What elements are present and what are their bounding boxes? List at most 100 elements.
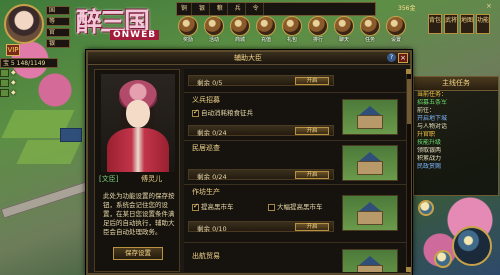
task-start-button[interactable]: 开启	[295, 171, 329, 179]
help-icon[interactable]: ?	[387, 53, 396, 62]
stat-row: 国	[46, 6, 70, 15]
portrait-robe	[107, 128, 169, 172]
scroll-up-arrow-icon[interactable]	[406, 69, 411, 74]
farm-field	[16, 140, 82, 164]
menu-map-button[interactable]: 地图	[460, 14, 474, 34]
scroll-thumb[interactable]	[407, 79, 411, 124]
checkbox[interactable]	[192, 202, 199, 211]
recharge-icon[interactable]	[256, 16, 276, 36]
task-building-image	[342, 249, 398, 272]
dialog-titlebar: 辅助大臣 ? ×	[88, 52, 410, 65]
quest-line[interactable]: 领取银两	[414, 147, 498, 155]
settings-icon[interactable]	[386, 16, 406, 36]
menu-function-button[interactable]: 功能	[476, 14, 490, 34]
left-status-panel: 宝 5 148/1149 ◆ ◆ ◆	[0, 58, 80, 98]
stat-row: 官	[46, 28, 70, 37]
quest-line[interactable]: 技能升级	[414, 139, 498, 147]
task-remaining: 剩余 0/24	[197, 173, 227, 181]
shop-icon[interactable]	[230, 16, 250, 36]
task-row: 作坊生产 提高黑市车 大幅提高黑市车 剩余 0/10 开启	[184, 185, 406, 243]
level-line: 宝 5 148/1149	[0, 58, 58, 68]
advisor-description: 此处为功能设置的保存按钮，系统会记住您的设置，在某日您设置条件满足后的自动执行，…	[103, 192, 175, 236]
player-stats: 国 等 官 银	[46, 6, 70, 50]
resource-item: 兵	[231, 3, 246, 15]
rank-icon[interactable]	[308, 16, 328, 36]
task-remaining: 剩余 0/5	[197, 79, 223, 87]
world-map-button[interactable]	[452, 226, 492, 266]
status-chip[interactable]	[0, 68, 9, 77]
close-icon[interactable]: ×	[486, 2, 492, 10]
chat-icon[interactable]	[334, 16, 354, 36]
task-building-image	[342, 99, 398, 135]
task-name: 义兵招募	[192, 96, 220, 104]
menu-general-button[interactable]: 武将	[444, 14, 458, 34]
gift-icon[interactable]	[282, 16, 302, 36]
task-option[interactable]: 大幅提高黑市车	[268, 201, 323, 211]
quest-tracker-panel: 主线任务 当前任务： 招募五条军 前往： 开启地下城 与人物对话 升官职 技能升级 领取银两积…	[413, 76, 499, 196]
task-remaining: 剩余 0/24	[197, 129, 227, 137]
task-row: 民居巡查 剩余 0/24 开启	[184, 141, 406, 185]
quest-tracker-header[interactable]: 主线任务	[414, 77, 498, 91]
task-start-button[interactable]: 开启	[295, 127, 329, 135]
menu-bag-button[interactable]: 背包	[428, 14, 442, 34]
top-icon-label: 排行	[312, 37, 323, 43]
quest-line[interactable]: 积累战力	[414, 155, 498, 163]
checkbox[interactable]	[192, 108, 199, 117]
building-body	[357, 161, 383, 175]
task-name: 作坊生产	[192, 188, 220, 196]
task-building-image	[342, 195, 398, 231]
task-list-scrollbar[interactable]	[406, 69, 411, 272]
status-chip[interactable]	[0, 78, 9, 87]
task-remaining: 剩余 0/10	[197, 225, 227, 233]
resource-item: 令	[249, 3, 264, 15]
quest-line[interactable]: 与人物对话	[414, 123, 498, 131]
status-line: ◆	[0, 68, 80, 78]
city-wall	[0, 181, 90, 219]
task-row: 义兵招募 自动消耗粮食征兵 剩余 0/24 开启	[184, 93, 406, 141]
top-icon-bar: 奖励 活动 商城 充值 礼包 排行 聊天 任务 设置	[178, 16, 428, 44]
task-start-button[interactable]: 开启	[295, 77, 329, 85]
close-button[interactable]: ×	[398, 53, 408, 63]
status-chip[interactable]	[0, 88, 9, 97]
building-body	[357, 115, 383, 129]
task-name: 出航贸易	[192, 252, 220, 260]
task-progress-bar: 剩余 0/24 开启	[188, 125, 334, 137]
mini-button[interactable]	[418, 200, 434, 216]
quest-line[interactable]: 招募五条军	[414, 99, 498, 107]
top-icon-label: 任务	[364, 37, 375, 43]
quest-line[interactable]: 民政赏赐	[414, 163, 498, 171]
task-option[interactable]: 提高黑市车	[192, 201, 234, 211]
advisor-name: 傅灵儿	[141, 175, 162, 183]
task-progress-bar: 剩余 0/24 开启	[188, 169, 334, 181]
quest-line[interactable]: 升官职	[414, 131, 498, 139]
top-icon-label: 聊天	[338, 37, 349, 43]
checkbox[interactable]	[268, 203, 275, 211]
task-option[interactable]: 自动消耗粮食征兵	[192, 107, 253, 117]
reward-icon[interactable]	[178, 16, 198, 36]
dialog-title: 辅助大臣	[234, 54, 262, 62]
advisor-tag: [文臣]	[99, 175, 119, 183]
mini-button[interactable]	[434, 250, 452, 268]
building-body	[357, 211, 383, 225]
quest-line[interactable]: 前往：	[414, 107, 498, 115]
save-settings-button[interactable]: 保存设置	[113, 247, 163, 260]
side-menu: 背包 武将 地图 功能	[426, 10, 498, 42]
advisor-panel: [文臣] 傅灵儿 此处为功能设置的保存按钮，系统会记住您的设置，在某日您设置条件…	[94, 69, 180, 272]
building-body	[357, 265, 383, 272]
vip-badge: VIP	[6, 44, 20, 56]
task-start-button[interactable]: 开启	[295, 223, 329, 231]
status-line: ◆	[0, 88, 80, 98]
gold-count: 356金	[398, 5, 416, 12]
quest-icon[interactable]	[360, 16, 380, 36]
quest-tracker-list: 当前任务： 招募五条军 前往： 开启地下城 与人物对话 升官职 技能升级 领取银两 积累战力 民政…	[414, 91, 498, 171]
top-icon-label: 充值	[260, 37, 271, 43]
stat-row: 等	[46, 17, 70, 26]
scroll-down-arrow-icon[interactable]	[406, 267, 411, 272]
top-icon-label: 礼包	[286, 37, 297, 43]
game-logo: 醉三国 ONWEB	[72, 2, 170, 42]
top-icon-label: 设置	[390, 37, 401, 43]
event-icon[interactable]	[204, 16, 224, 36]
quest-line[interactable]: 当前任务：	[414, 91, 498, 99]
quest-line[interactable]: 开启地下城	[414, 115, 498, 123]
player-avatar[interactable]	[4, 4, 44, 44]
